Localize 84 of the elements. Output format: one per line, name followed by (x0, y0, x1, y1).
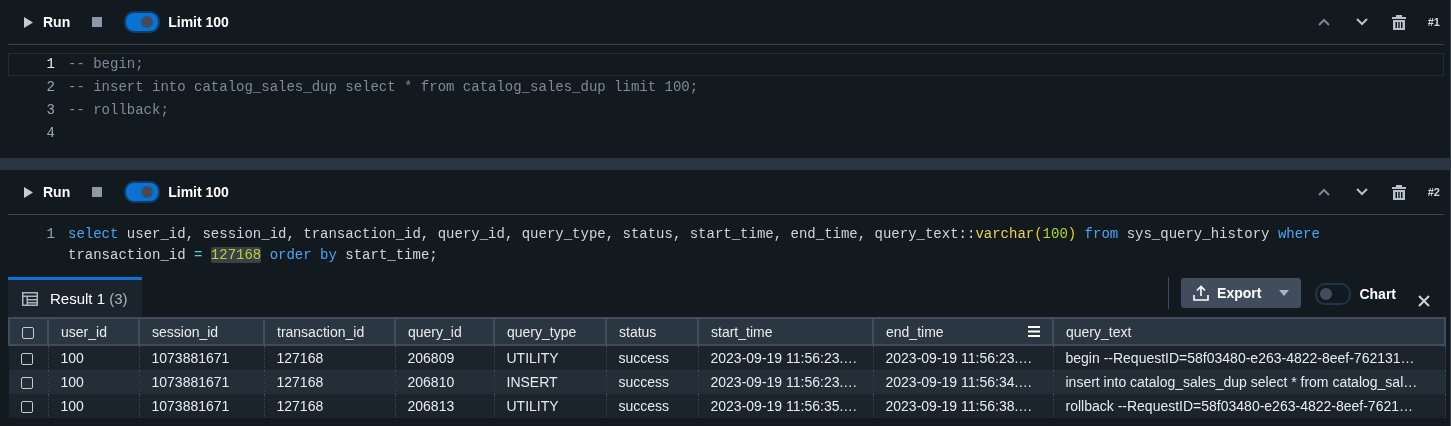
stop-icon[interactable] (92, 17, 103, 27)
close-button[interactable] (1418, 295, 1430, 307)
code-line: -- begin; (68, 55, 144, 74)
trash-icon (1391, 184, 1406, 200)
table-cell: 206809 (395, 345, 494, 370)
delete-button[interactable] (1391, 14, 1406, 30)
cell-number: #2 (1427, 186, 1440, 198)
column-header[interactable]: user_id (48, 318, 139, 345)
down-chevron-icon (1355, 18, 1368, 26)
column-header[interactable]: query_text (1053, 318, 1445, 345)
up-chevron-icon (1317, 188, 1330, 196)
table-cell: 206813 (395, 394, 494, 418)
table-cell: success (606, 370, 698, 394)
column-header[interactable]: start_time (698, 318, 873, 345)
table-cell: 2023-09-19 11:56:23.… (698, 370, 873, 394)
limit-toggle[interactable] (124, 181, 161, 203)
move-down-button[interactable] (1355, 188, 1368, 196)
result-tab[interactable]: Result 1 (3) (8, 277, 142, 317)
select-all-checkbox[interactable] (22, 326, 34, 339)
table-cell: 206810 (395, 370, 494, 394)
code-line: select user_id, session_id, transaction_id, query_id, query_type, status, start_time, end_time, query_text::varchar(100) from sys_query_history where (68, 225, 1320, 244)
column-header[interactable]: query_type (494, 318, 606, 345)
column-header[interactable]: status (606, 318, 698, 345)
table-cell: UTILITY (494, 394, 606, 418)
code-line: -- rollback; (68, 101, 169, 120)
menu-icon (1028, 326, 1040, 337)
play-icon (24, 16, 33, 28)
upload-icon (1193, 285, 1210, 301)
chart-toggle[interactable] (1315, 283, 1352, 305)
table-cell: begin --RequestID=58f03480-e263-4822-8eef-762131… (1053, 345, 1445, 370)
table-cell: 2023-09-19 11:56:23.… (698, 345, 873, 370)
column-header[interactable]: session_id (139, 318, 264, 345)
line-number: 4 (46, 125, 55, 141)
line-number: 3 (46, 102, 55, 118)
down-chevron-icon (1355, 188, 1368, 196)
line-number: 1 (46, 226, 55, 242)
table-cell: 2023-09-19 11:56:38.… (873, 394, 1053, 418)
limit-label: Limit 100 (168, 14, 229, 30)
column-header[interactable]: transaction_id (264, 318, 395, 345)
trash-icon (1391, 14, 1406, 30)
table-cell: 100 (48, 370, 139, 394)
table-cell: insert into catalog_sales_dup select * from catalog_sal… (1053, 370, 1445, 394)
line-number: 2 (46, 79, 55, 95)
close-icon (1418, 295, 1430, 307)
table-cell: UTILITY (494, 345, 606, 370)
column-header[interactable]: query_id (395, 318, 494, 345)
run-button[interactable]: Run (20, 14, 75, 30)
up-chevron-icon (1317, 18, 1330, 26)
limit-label: Limit 100 (168, 184, 229, 200)
limit-toggle[interactable] (124, 11, 161, 33)
table-cell: 127168 (264, 370, 395, 394)
export-button[interactable]: Export (1181, 278, 1302, 308)
table-cell: success (606, 394, 698, 418)
table-cell: INSERT (494, 370, 606, 394)
row-checkbox[interactable] (21, 353, 33, 366)
column-header[interactable]: end_time (873, 318, 1053, 345)
table-cell: 1073881671 (139, 370, 264, 394)
move-up-button[interactable] (1317, 18, 1330, 26)
chart-label: Chart (1359, 286, 1396, 302)
caret-icon (1279, 290, 1290, 296)
table-cell: 127168 (264, 394, 395, 418)
move-up-button[interactable] (1317, 188, 1330, 196)
table-cell: 100 (48, 394, 139, 418)
table-cell: 2023-09-19 11:56:34.… (873, 370, 1053, 394)
code-line: -- insert into catalog_sales_dup select * from catalog_sales_dup limit 100; (68, 78, 699, 97)
table-cell: rollback --RequestID=58f03480-e263-4822-8eef-7621… (1053, 394, 1445, 418)
move-down-button[interactable] (1355, 18, 1368, 26)
table-cell: 100 (48, 345, 139, 370)
table-cell: 1073881671 (139, 394, 264, 418)
cell-number: #1 (1427, 16, 1440, 28)
table-icon (22, 291, 38, 306)
delete-button[interactable] (1391, 184, 1406, 200)
code-line: transaction_id = 127168 order by start_time; (68, 246, 439, 265)
stop-icon[interactable] (92, 187, 103, 197)
row-checkbox[interactable] (21, 377, 33, 390)
line-number: 1 (46, 56, 55, 72)
run-button[interactable]: Run (20, 184, 75, 200)
play-icon (24, 186, 33, 198)
table-cell: success (606, 345, 698, 370)
row-checkbox[interactable] (21, 401, 33, 414)
table-cell: 2023-09-19 11:56:23.… (873, 345, 1053, 370)
table-cell: 127168 (264, 345, 395, 370)
table-cell: 2023-09-19 11:56:35.… (698, 394, 873, 418)
table-cell: 1073881671 (139, 345, 264, 370)
